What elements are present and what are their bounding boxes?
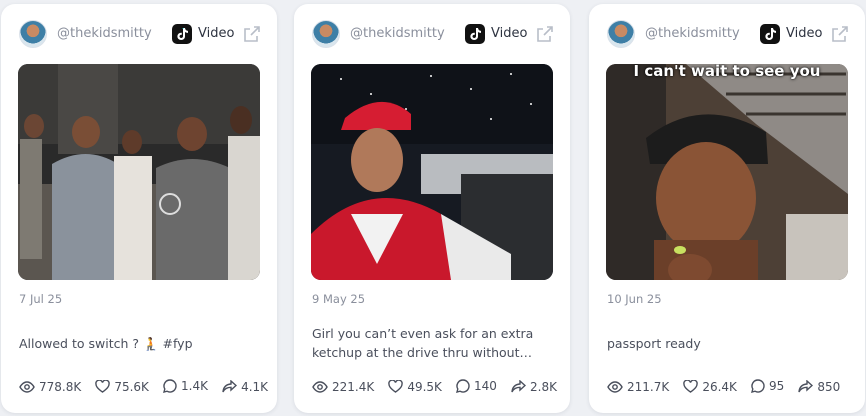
video-card[interactable]: @thekidsmitty Video [589, 4, 865, 413]
views-count: 211.7K [627, 380, 670, 394]
video-overlay-text: I can't wait to see you [633, 64, 821, 80]
comment-icon [163, 379, 177, 393]
video-card[interactable]: @thekidsmitty Video [1, 4, 277, 413]
avatar[interactable] [607, 20, 635, 48]
post-date: 7 Jul 25 [19, 292, 63, 306]
creator-handle[interactable]: @thekidsmitty [645, 26, 740, 41]
comments-count: 140 [474, 379, 497, 393]
share-icon [798, 380, 814, 393]
heart-icon [683, 380, 699, 393]
shares-count: 2.8K [530, 379, 557, 394]
comments-stat: 95 [751, 379, 784, 393]
views-stat: 221.4K [312, 380, 374, 394]
video-thumbnail[interactable] [18, 64, 260, 280]
card-header: @thekidsmitty Video [19, 20, 263, 50]
share-icon [222, 380, 238, 393]
heart-icon [95, 380, 111, 393]
share-icon [511, 380, 527, 393]
avatar[interactable] [312, 20, 340, 48]
views-stat: 211.7K [607, 380, 669, 394]
engagement-stats: 778.8K 75.6K 1.4K 4.1K [19, 378, 277, 396]
source-label: Video [491, 26, 528, 41]
post-date: 9 May 25 [312, 292, 366, 306]
video-card[interactable]: @thekidsmitty Video [294, 4, 570, 413]
views-stat: 778.8K [19, 380, 81, 394]
shares-stat: 4.1K [222, 380, 268, 394]
video-card-grid: @thekidsmitty Video 7 Jul 25 Allowed to … [0, 0, 866, 416]
video-thumbnail[interactable] [311, 64, 553, 280]
shares-stat: 850 [798, 380, 840, 394]
comments-stat: 140 [456, 379, 497, 393]
tiktok-icon [465, 24, 485, 44]
comments-stat: 1.4K [163, 379, 208, 393]
creator-handle[interactable]: @thekidsmitty [350, 26, 445, 41]
source-label: Video [786, 26, 823, 41]
external-link-icon[interactable] [831, 25, 849, 43]
views-count: 221.4K [332, 380, 375, 394]
post-caption: Girl you can’t even ask for an extra ket… [312, 326, 534, 360]
engagement-stats: 211.7K 26.4K 95 850 [607, 378, 849, 396]
source-label: Video [198, 26, 235, 41]
post-caption: Allowed to switch ? 🧎 #fyp [19, 336, 193, 351]
eye-icon [312, 381, 328, 393]
comments-count: 1.4K [181, 379, 208, 393]
external-link-icon[interactable] [243, 25, 261, 43]
likes-count: 26.4K [702, 379, 737, 394]
card-header: @thekidsmitty Video [607, 20, 851, 50]
comments-count: 95 [769, 379, 785, 393]
post-date: 10 Jun 25 [607, 292, 662, 306]
likes-stat: 49.5K [388, 380, 442, 394]
views-count: 778.8K [39, 380, 82, 394]
eye-icon [19, 381, 35, 393]
post-caption: passport ready [607, 336, 701, 351]
shares-stat: 2.8K [511, 380, 557, 394]
likes-stat: 75.6K [95, 380, 149, 394]
avatar[interactable] [19, 20, 47, 48]
video-thumbnail[interactable]: I can't wait to see you [606, 64, 848, 280]
comment-icon [456, 379, 470, 393]
engagement-stats: 221.4K 49.5K 140 2.8K [312, 378, 566, 396]
external-link-icon[interactable] [536, 25, 554, 43]
tiktok-icon [760, 24, 780, 44]
likes-stat: 26.4K [683, 380, 737, 394]
comment-icon [751, 379, 765, 393]
shares-count: 4.1K [241, 379, 269, 394]
creator-handle[interactable]: @thekidsmitty [57, 26, 152, 41]
likes-count: 75.6K [114, 379, 149, 394]
card-header: @thekidsmitty Video [312, 20, 556, 50]
eye-icon [607, 381, 623, 393]
heart-icon [388, 380, 404, 393]
tiktok-icon [172, 24, 192, 44]
shares-count: 850 [817, 379, 841, 394]
likes-count: 49.5K [407, 379, 442, 394]
